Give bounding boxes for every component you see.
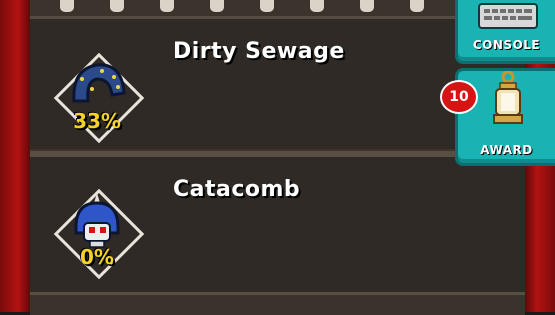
bone-decor	[110, 0, 124, 12]
award-count-badge: 10	[440, 80, 478, 114]
bone-decor	[310, 0, 324, 12]
level-title: Catacomb	[173, 177, 301, 202]
award-label: AWARD	[480, 143, 533, 157]
bone-decor	[260, 0, 274, 12]
top-decoration	[30, 0, 525, 19]
progress-percent: 0%	[80, 245, 114, 269]
level-list-panel: 33% Dirty Sewage 0% Catacomb	[30, 0, 525, 315]
left-border	[0, 0, 30, 312]
progress-percent: 33%	[73, 109, 121, 133]
bone-decor	[360, 0, 374, 12]
level-row-catacomb[interactable]: 0% Catacomb	[30, 157, 525, 292]
trophy-lantern-icon	[493, 71, 523, 124]
console-button[interactable]: CONSOLE	[455, 0, 555, 64]
console-label: CONSOLE	[472, 38, 541, 52]
level-title: Dirty Sewage	[173, 39, 345, 64]
level-icon-catacomb: 0%	[52, 187, 145, 280]
keyboard-icon	[478, 3, 538, 29]
bone-decor	[60, 0, 74, 12]
level-icon-dirty-sewage: 33%	[52, 51, 145, 144]
bone-decor	[410, 0, 424, 12]
bone-decor	[210, 0, 224, 12]
row-divider	[30, 149, 525, 157]
bone-decor	[160, 0, 174, 12]
